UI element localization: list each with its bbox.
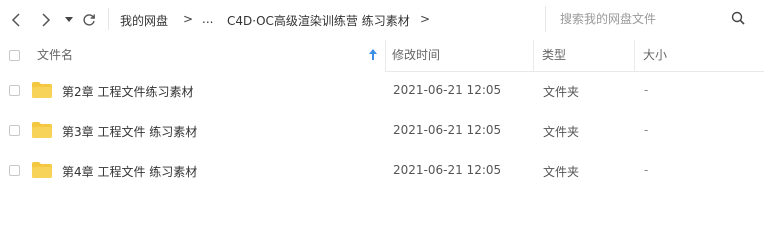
- column-modified[interactable]: 修改时间: [392, 40, 440, 72]
- row-checkbox[interactable]: [9, 125, 20, 136]
- caret-down-icon: [65, 17, 73, 22]
- sort-arrow-up-icon[interactable]: [369, 49, 377, 60]
- breadcrumb-separator: >: [420, 12, 431, 26]
- history-dropdown[interactable]: [63, 11, 75, 29]
- chevron-left-icon: [11, 13, 20, 27]
- breadcrumb-root[interactable]: 我的网盘: [120, 12, 168, 29]
- file-type: 文件夹: [543, 165, 580, 179]
- file-modified: 2021-06-21 12:05: [393, 83, 502, 97]
- file-row[interactable]: 第4章 工程文件 练习素材 2021-06-21 12:05 文件夹 -: [0, 151, 764, 191]
- forward-button[interactable]: [36, 11, 56, 29]
- file-row[interactable]: 第2章 工程文件练习素材 2021-06-21 12:05 文件夹 -: [0, 71, 764, 111]
- back-button[interactable]: [6, 11, 26, 29]
- select-all-checkbox[interactable]: [9, 50, 20, 61]
- breadcrumb-ellipsis[interactable]: ...: [202, 12, 213, 26]
- column-divider[interactable]: [385, 40, 386, 72]
- file-modified: 2021-06-21 12:05: [393, 163, 502, 177]
- file-name[interactable]: 第4章 工程文件 练习素材: [62, 163, 197, 180]
- file-list-header: 文件名 修改时间 类型 大小: [0, 40, 764, 72]
- file-size: -: [644, 123, 649, 137]
- column-name[interactable]: 文件名: [37, 40, 73, 72]
- file-type: 文件夹: [543, 125, 580, 139]
- file-modified: 2021-06-21 12:05: [393, 123, 502, 137]
- file-row[interactable]: 第3章 工程文件 练习素材 2021-06-21 12:05 文件夹 -: [0, 111, 764, 151]
- breadcrumb-current[interactable]: C4D·OC高级渲染训练营 练习素材: [227, 12, 410, 29]
- search-icon[interactable]: [731, 11, 745, 25]
- refresh-icon: [83, 14, 95, 26]
- column-size[interactable]: 大小: [643, 40, 667, 72]
- file-type: 文件夹: [543, 85, 580, 99]
- row-checkbox[interactable]: [9, 85, 20, 96]
- file-size: -: [644, 83, 649, 97]
- search-box: [545, 6, 756, 32]
- toolbar: 我的网盘 > ... C4D·OC高级渲染训练营 练习素材 >: [0, 0, 764, 40]
- refresh-button[interactable]: [80, 11, 98, 29]
- column-type[interactable]: 类型: [542, 40, 566, 72]
- column-divider[interactable]: [533, 40, 534, 72]
- file-name[interactable]: 第2章 工程文件练习素材: [62, 83, 193, 100]
- toolbar-divider: [108, 8, 109, 30]
- search-input[interactable]: [560, 10, 720, 28]
- column-divider[interactable]: [634, 40, 635, 72]
- file-name[interactable]: 第3章 工程文件 练习素材: [62, 123, 197, 140]
- row-checkbox[interactable]: [9, 165, 20, 176]
- breadcrumb-separator: >: [183, 12, 194, 26]
- chevron-right-icon: [42, 13, 51, 27]
- folder-icon: [32, 122, 52, 138]
- folder-icon: [32, 82, 52, 98]
- folder-icon: [32, 162, 52, 178]
- file-size: -: [644, 163, 649, 177]
